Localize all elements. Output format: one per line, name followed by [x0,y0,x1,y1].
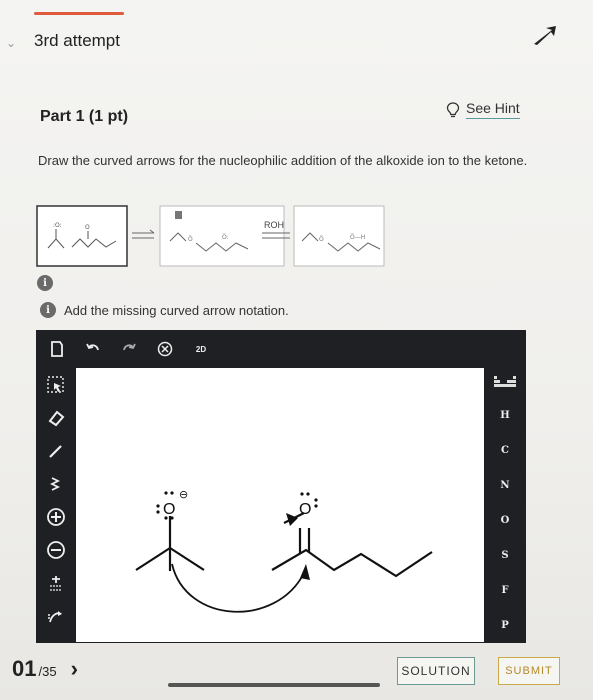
element-c[interactable]: C [485,433,525,468]
redo-icon[interactable] [118,338,140,360]
select-icon[interactable] [41,368,71,401]
counter-current: 01 [12,656,37,681]
chevron-right-icon[interactable]: › [71,656,78,682]
element-s[interactable]: S [485,538,525,573]
alkoxide-oxygen: O [163,501,175,518]
progress-bar [168,683,380,687]
part-title: Part 1 (1 pt) [40,108,129,125]
alkoxide-charge: ⊖ [179,488,188,501]
element-h[interactable]: H [485,398,525,433]
zoom-label: 2D [195,344,207,354]
submit-button[interactable]: SUBMIT [498,657,560,685]
svg-text:O: O [85,224,90,231]
question-text: Draw the curved arrows for the nucleophi… [38,153,528,168]
clear-icon[interactable] [154,338,176,360]
ketone-skeleton [271,548,433,578]
svg-text::O:: :O: [53,222,62,229]
element-f[interactable]: F [485,573,525,608]
lightbulb-icon [446,101,460,117]
instruction-text: Add the missing curved arrow notation. [64,302,289,318]
element-o[interactable]: O [485,503,525,538]
electron-pairs-icon[interactable] [41,566,71,599]
element-n[interactable]: N [485,468,525,503]
scheme-info-icon[interactable]: i [37,275,53,291]
bond-icon[interactable] [41,434,71,467]
svg-text:Ö:: Ö: [222,234,229,241]
editor-left-toolbar [36,368,76,632]
curved-arrow [171,563,305,613]
chain-icon[interactable] [41,467,71,500]
see-hint-label[interactable]: See Hint [466,100,520,119]
plus-charge-icon[interactable] [41,500,71,533]
see-hint-link[interactable]: See Hint [446,100,520,119]
drawing-canvas[interactable]: O ⊖ O [76,368,484,642]
chevron-down-icon[interactable]: ⌄ [6,36,16,50]
new-doc-icon[interactable] [46,338,68,360]
attempt-label: 3rd attempt [34,31,120,50]
reaction-scheme: :O: O Ö Ö: ROH Ö Ö—H [36,205,385,267]
ketone-oxygen: O [299,501,311,518]
eraser-icon[interactable] [41,401,71,434]
counter-total: /35 [38,664,57,679]
solution-button[interactable]: SOLUTION [397,657,475,685]
info-icon: i [40,302,56,318]
element-palette: H C N O S F P [485,368,525,643]
curved-arrow-icon[interactable] [41,599,71,632]
undo-icon[interactable] [82,338,104,360]
canvas-molecules: O ⊖ O [135,488,433,613]
svg-text:Ö: Ö [319,236,324,243]
instruction: i Add the missing curved arrow notation. [40,302,289,318]
editor-top-toolbar: 2D [36,334,212,364]
top-accent-bar [34,12,124,15]
svg-text:Ö—H: Ö—H [350,234,365,241]
minus-charge-icon[interactable] [41,533,71,566]
periodic-table-icon[interactable] [485,368,525,398]
reagent-label: ROH [264,220,284,230]
question-counter: 01 /35 › [12,656,78,682]
svg-text:Ö: Ö [188,236,193,243]
element-p[interactable]: P [485,608,525,643]
zoom-2d-icon[interactable]: 2D [190,338,212,360]
arrow-up-right-icon[interactable] [532,24,558,46]
